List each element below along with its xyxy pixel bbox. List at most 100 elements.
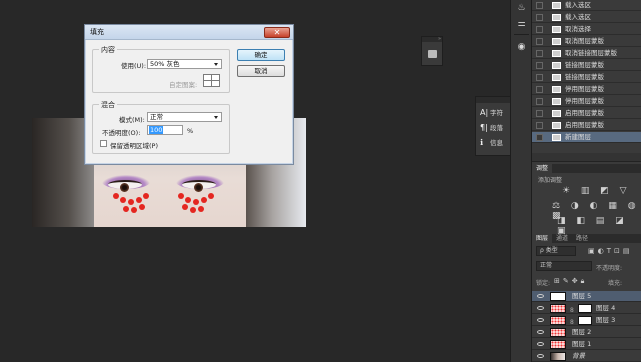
layer-row[interactable]: 8 图层 4	[532, 303, 641, 314]
panel-icon[interactable]	[428, 50, 437, 58]
collapsed-panel[interactable]: »	[421, 36, 443, 66]
eye-icon[interactable]	[537, 330, 544, 334]
dialog-title: 填充	[85, 25, 293, 40]
divider	[514, 34, 529, 35]
close-button[interactable]: ✕	[264, 27, 290, 38]
use-label: 使用(U):	[121, 62, 147, 70]
eye-icon[interactable]	[537, 318, 544, 322]
history-item[interactable]: 链接图层蒙版	[532, 72, 641, 83]
brush-preset-icon[interactable]: ♨	[516, 3, 527, 13]
layer-row[interactable]: 图层 1	[532, 339, 641, 350]
history-item[interactable]: 启用图层蒙版	[532, 120, 641, 131]
history-item-label: 新建图层	[565, 133, 591, 141]
layer-row[interactable]: 8 图层 3	[532, 315, 641, 326]
history-item-label: 链接图层蒙版	[565, 73, 604, 81]
history-item-label: 停用图层蒙版	[565, 85, 604, 93]
lock-icons[interactable]: ⊞✎✥🔒︎	[554, 277, 587, 286]
layer-thumbnail	[550, 316, 566, 325]
history-item-label: 链接图层蒙版	[565, 61, 604, 69]
right-panel: 载入选区 载入选区 取消选择 取消图层蒙版 取消链接图层蒙版 链接图层蒙版 链接…	[532, 0, 641, 362]
history-item-label: 取消选择	[565, 25, 591, 33]
layer-name: 图层 1	[572, 340, 592, 348]
eye-icon[interactable]	[537, 294, 544, 298]
preserve-transparency-label: 保留透明区域(P)	[110, 142, 158, 150]
layer-thumbnail	[550, 340, 566, 349]
tab-layers[interactable]: 图层	[532, 234, 553, 243]
red-dot	[201, 197, 207, 203]
contents-group-title: 内容	[99, 45, 117, 55]
eye-icon[interactable]	[537, 354, 544, 358]
mode-select[interactable]: 正常	[147, 112, 222, 122]
layer-row[interactable]: 图层 5	[532, 291, 641, 302]
history-item-label: 停用图层蒙版	[565, 97, 604, 105]
eye-icon[interactable]	[537, 306, 544, 310]
eye-icon[interactable]	[537, 342, 544, 346]
red-dot	[139, 204, 145, 210]
use-select[interactable]: 50% 灰色	[147, 59, 222, 69]
clone-source-icon[interactable]: ◉	[516, 42, 527, 52]
red-dot	[123, 206, 129, 212]
layer-thumbnail	[550, 304, 566, 313]
history-item[interactable]: 停用图层蒙版	[532, 96, 641, 107]
red-dot	[178, 193, 184, 199]
history-item[interactable]: 启用图层蒙版	[532, 108, 641, 119]
lock-label: 锁定:	[536, 280, 551, 287]
custom-pattern-label: 自定图案:	[169, 81, 198, 89]
blend-mode-select[interactable]: 正常	[536, 261, 592, 271]
adjust-icon[interactable]: ⚌	[516, 19, 527, 29]
layer-row[interactable]: 背景	[532, 351, 641, 362]
layer-filter-select[interactable]: ρ 类型	[536, 246, 576, 256]
paragraph-icon: ¶|	[480, 123, 488, 132]
mode-label: 模式(M):	[119, 116, 145, 124]
opacity-unit: %	[187, 127, 194, 135]
layer-name: 图层 4	[596, 304, 616, 312]
red-dot	[128, 199, 134, 205]
blending-group-title: 混合	[99, 100, 117, 110]
red-dot	[120, 197, 126, 203]
history-item-label: 启用图层蒙版	[565, 109, 604, 117]
adjustments-subtitle: 添加调整	[538, 177, 563, 184]
opacity-label: 不透明度(O):	[102, 129, 141, 137]
layer-thumbnail	[550, 328, 566, 337]
history-item[interactable]: 取消选择	[532, 24, 641, 35]
tab-paths[interactable]: 路径	[572, 235, 592, 242]
layer-filter-icons[interactable]: ▣◐T⊡▤	[588, 247, 632, 255]
cancel-button[interactable]: 取消	[237, 65, 285, 77]
info-label: 信息	[490, 139, 503, 147]
layer-mask-thumbnail	[578, 316, 592, 325]
chevron-down-icon	[214, 63, 218, 66]
red-dot	[182, 204, 188, 210]
history-item[interactable]: 载入选区	[532, 12, 641, 23]
paragraph-label: 段落	[490, 124, 503, 132]
chevron-down-icon	[214, 116, 218, 119]
history-item[interactable]: 取消链接图层蒙版	[532, 48, 641, 59]
layer-mask-thumbnail	[578, 304, 592, 313]
mode-select-value: 正常	[150, 113, 163, 121]
adjustments-row-3[interactable]: ◨ ◧ ▤ ◪ ▣	[557, 216, 641, 236]
preserve-transparency-checkbox[interactable]	[100, 140, 107, 147]
history-item-selected[interactable]: 新建图层	[532, 132, 641, 143]
fill-label: 填充:	[608, 280, 623, 287]
history-item[interactable]: 停用图层蒙版	[532, 84, 641, 95]
panel-icon-strip: ♨ ⚌ ◉	[510, 0, 532, 362]
history-item[interactable]: 取消图层蒙版	[532, 36, 641, 47]
opacity-value: 100	[149, 126, 164, 134]
fill-dialog: 填充 ✕ 内容 使用(U): 50% 灰色 自定图案: 混合 模式(M): 正常…	[84, 24, 294, 165]
red-dot	[198, 206, 204, 212]
history-item[interactable]: 载入选区	[532, 0, 641, 11]
tab-channels[interactable]: 通道	[552, 235, 572, 242]
red-dot	[131, 207, 137, 213]
history-item-label: 启用图层蒙版	[565, 121, 604, 129]
ok-button[interactable]: 确定	[237, 49, 285, 61]
tab-adjustments[interactable]: 调整	[532, 164, 553, 173]
panel-grip[interactable]: »	[422, 37, 442, 42]
red-dot	[185, 197, 191, 203]
character-label: 字符	[490, 109, 503, 117]
eye-right	[182, 180, 216, 192]
layer-row[interactable]: 图层 2	[532, 327, 641, 338]
opacity-input[interactable]: 100	[147, 125, 183, 135]
red-dot	[136, 197, 142, 203]
history-item[interactable]: 链接图层蒙版	[532, 60, 641, 71]
adjustments-row-1[interactable]: ☀ ▥ ◩ ▽	[562, 186, 631, 196]
pattern-swatch[interactable]	[203, 74, 220, 87]
